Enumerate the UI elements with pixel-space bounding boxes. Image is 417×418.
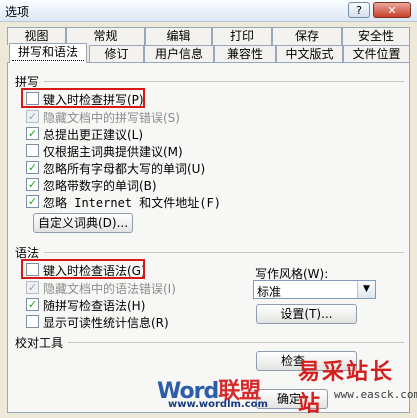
label-hide-spelling-errors: 隐藏文档中的拼写错误(S) xyxy=(43,111,180,125)
easck-watermark: 易采站长站 xyxy=(298,359,395,417)
writing-style-select[interactable]: 标准 ▼ xyxy=(253,280,376,299)
help-button[interactable]: ? xyxy=(348,2,370,18)
checkbox-hide-grammar-errors[interactable]: ✓ xyxy=(26,281,39,294)
chevron-down-icon[interactable]: ▼ xyxy=(357,281,375,298)
wordlm-url: www.wordlm.com xyxy=(168,399,268,410)
checkbox-ignore-uppercase[interactable]: ✓ xyxy=(26,161,39,174)
writing-style-value: 标准 xyxy=(257,285,282,299)
tab-spelling-grammar[interactable]: 拼写和语法 xyxy=(9,43,87,63)
tab-print[interactable]: 打印 xyxy=(212,27,272,45)
checkbox-ignore-internet-addresses[interactable]: ✓ xyxy=(26,195,39,208)
proofing-divider xyxy=(68,342,404,343)
custom-dictionary-button[interactable]: 自定义词典(D)... xyxy=(33,213,133,233)
tab-track-changes[interactable]: 修订 xyxy=(89,45,144,63)
checkbox-check-grammar-with-spelling[interactable]: ✓ xyxy=(26,298,39,311)
tab-edit[interactable]: 编辑 xyxy=(145,27,212,45)
spelling-divider xyxy=(44,81,404,82)
grammar-divider xyxy=(44,252,404,253)
tab-user-info[interactable]: 用户信息 xyxy=(144,45,214,63)
title-bar: 选项 ? ✕ xyxy=(0,0,417,22)
label-ignore-internet-addresses: 忽略 Internet 和文件地址(F) xyxy=(43,196,221,210)
easck-url: www.easck.com xyxy=(334,388,417,401)
checkbox-always-suggest[interactable]: ✓ xyxy=(26,127,39,140)
tab-file-locations[interactable]: 文件位置 xyxy=(343,45,410,63)
label-hide-grammar-errors: 隐藏文档中的语法错误(I) xyxy=(43,282,176,296)
checkbox-readability-statistics[interactable] xyxy=(26,315,39,328)
tab-compatibility[interactable]: 兼容性 xyxy=(214,45,276,63)
label-always-suggest: 总提出更正建议(L) xyxy=(43,128,144,142)
checkbox-ignore-numbers[interactable]: ✓ xyxy=(26,178,39,191)
tab-security[interactable]: 安全性 xyxy=(342,27,410,45)
label-readability-statistics: 显示可读性统计信息(R) xyxy=(43,316,169,330)
checkbox-main-dictionary-only[interactable] xyxy=(26,144,39,157)
tab-chinese-layout[interactable]: 中文版式 xyxy=(276,45,343,63)
label-ignore-uppercase: 忽略所有字母都大写的单词(U) xyxy=(43,162,206,176)
window-title: 选项 xyxy=(5,5,30,19)
grammar-settings-button[interactable]: 设置(T)... xyxy=(256,304,357,324)
close-button[interactable]: ✕ xyxy=(373,2,411,18)
label-ignore-numbers: 忽略带数字的单词(B) xyxy=(43,179,157,193)
highlight-check-grammar xyxy=(21,259,145,279)
label-main-dictionary-only: 仅根据主词典提供建议(M) xyxy=(43,145,183,159)
label-check-grammar-with-spelling: 随拼写检查语法(H) xyxy=(43,299,146,313)
proofing-heading: 校对工具 xyxy=(15,336,64,350)
checkbox-hide-spelling-errors[interactable]: ✓ xyxy=(26,110,39,123)
highlight-check-spelling xyxy=(21,88,145,108)
tab-save[interactable]: 保存 xyxy=(272,27,342,45)
